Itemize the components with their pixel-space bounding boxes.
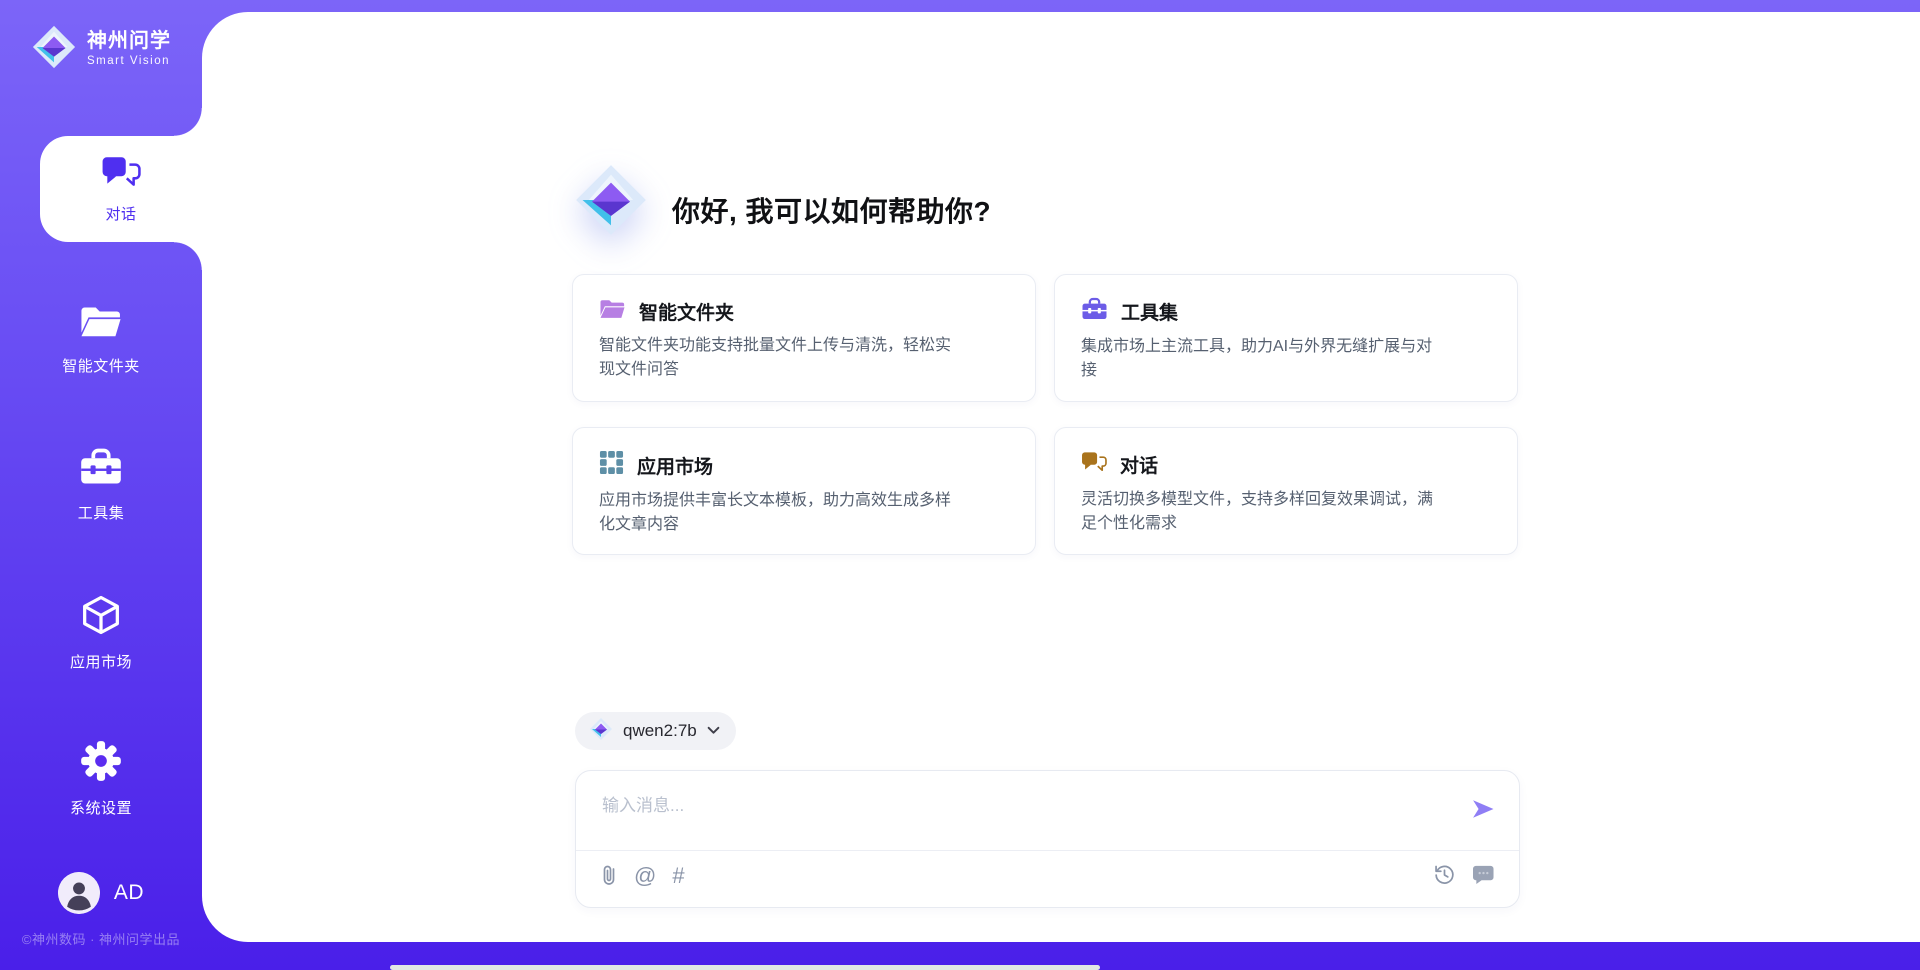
card-app-market[interactable]: 应用市场 应用市场提供丰富长文本模板，助力高效生成多样化文章内容: [572, 427, 1036, 555]
brand-subtitle: Smart Vision: [87, 55, 171, 67]
card-description: 集成市场上主流工具，助力AI与外界无缝扩展与对接: [1081, 335, 1433, 383]
sidebar-item-label: 工具集: [78, 502, 125, 523]
paperclip-icon[interactable]: [600, 863, 618, 888]
folder-icon: [79, 302, 123, 345]
greeting-title: 你好, 我可以如何帮助你?: [672, 190, 991, 230]
card-description: 智能文件夹功能支持批量文件上传与清洗，轻松实现文件问答: [599, 334, 951, 382]
toolbox-icon: [79, 447, 123, 492]
sidebar-item-smart-folder[interactable]: 智能文件夹: [0, 302, 202, 376]
chevron-down-icon: [707, 722, 720, 740]
card-chat[interactable]: 对话 灵活切换多模型文件，支持多样回复效果调试，满足个性化需求: [1054, 427, 1518, 555]
model-gem-icon: [589, 717, 613, 746]
chat-icon: [101, 154, 141, 195]
card-toolset[interactable]: 工具集 集成市场上主流工具，助力AI与外界无缝扩展与对接: [1054, 274, 1518, 402]
tab-fillet-bottom: [174, 242, 202, 270]
sidebar-item-chat[interactable]: 对话: [40, 136, 202, 242]
horizontal-scrollbar[interactable]: [390, 965, 1100, 970]
send-plane-icon: [1469, 795, 1497, 823]
user-name: AD: [114, 881, 144, 905]
card-title: 工具集: [1121, 298, 1178, 325]
model-selector[interactable]: qwen2:7b: [575, 712, 736, 750]
card-smart-folder[interactable]: 智能文件夹 智能文件夹功能支持批量文件上传与清洗，轻松实现文件问答: [572, 274, 1036, 402]
model-name: qwen2:7b: [623, 721, 697, 741]
at-sign-icon[interactable]: @: [634, 864, 656, 888]
message-input[interactable]: [600, 789, 1444, 845]
sidebar: 神州问学 Smart Vision 对话 智能文件夹: [0, 0, 202, 970]
composer-divider: [576, 850, 1519, 851]
avatar: [58, 872, 100, 914]
card-title: 智能文件夹: [639, 298, 734, 325]
shortcut-cards: 智能文件夹 智能文件夹功能支持批量文件上传与清洗，轻松实现文件问答 工具集 集成…: [572, 274, 1518, 555]
feedback-icon[interactable]: [1472, 864, 1495, 885]
sidebar-item-toolset[interactable]: 工具集: [0, 447, 202, 523]
chat-icon: [1081, 450, 1107, 479]
folder-icon: [599, 297, 626, 325]
greeting-gem-icon: [573, 162, 649, 243]
card-title: 对话: [1120, 451, 1158, 478]
card-description: 灵活切换多模型文件，支持多样回复效果调试，满足个性化需求: [1081, 488, 1433, 536]
brand-name: 神州问学: [87, 31, 171, 52]
gear-icon: [80, 740, 122, 787]
sidebar-item-settings[interactable]: 系统设置: [0, 740, 202, 818]
tab-fillet-top: [174, 108, 202, 136]
apps-grid-icon: [599, 450, 624, 480]
copyright: ©神州数码 · 神州问学出品: [0, 929, 202, 948]
user-profile[interactable]: AD: [0, 872, 202, 914]
message-composer: @ #: [575, 770, 1520, 908]
history-icon[interactable]: [1433, 863, 1456, 886]
main-panel: 你好, 我可以如何帮助你? 智能文件夹 智能文件夹功能支持批量文件上传与清洗，轻…: [202, 12, 1920, 942]
sidebar-item-label: 应用市场: [70, 651, 132, 672]
brand-gem-icon: [31, 24, 77, 75]
hash-icon[interactable]: #: [672, 864, 684, 888]
sidebar-item-label: 智能文件夹: [62, 355, 140, 376]
sidebar-item-app-market[interactable]: 应用市场: [0, 594, 202, 672]
send-button[interactable]: [1469, 795, 1497, 823]
brand: 神州问学 Smart Vision: [0, 24, 202, 75]
card-description: 应用市场提供丰富长文本模板，助力高效生成多样化文章内容: [599, 489, 951, 537]
composer-tools-right: [1433, 863, 1495, 886]
toolbox-icon: [1081, 297, 1108, 326]
composer-tools-left: @ #: [600, 863, 685, 888]
cube-icon: [80, 594, 122, 641]
card-title: 应用市场: [637, 452, 713, 479]
sidebar-item-label: 对话: [105, 203, 136, 224]
sidebar-item-label: 系统设置: [70, 797, 132, 818]
